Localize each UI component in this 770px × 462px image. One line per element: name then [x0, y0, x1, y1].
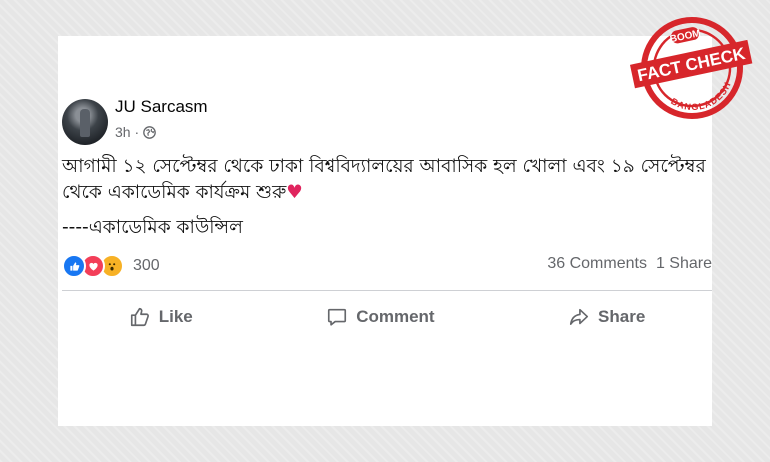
like-label: Like [158, 307, 193, 326]
shares-count[interactable]: 1 Share [656, 255, 712, 273]
globe-icon [143, 125, 156, 139]
engagement-stats: 36 Comments 1 Share [547, 255, 712, 273]
avatar[interactable] [62, 99, 108, 145]
share-icon [569, 308, 589, 325]
share-label: Share [598, 307, 646, 326]
stamp-label: FACT CHECK [636, 44, 748, 86]
post-meta: 3h · [115, 124, 156, 140]
stamp-brand: BOOM [669, 28, 702, 45]
like-reaction-icon [62, 254, 86, 278]
share-button[interactable]: Share [568, 306, 645, 328]
post-text: আগামী ১২ সেপ্টেম্বর থেকে ঢাকা বিশ্ববিদ্য… [62, 154, 706, 206]
comment-label: Comment [356, 307, 435, 326]
post-text-line-1: আগামী ১২ সেপ্টেম্বর থেকে ঢাকা বিশ্ববিদ্য… [62, 156, 706, 177]
post-time[interactable]: 3h · [115, 124, 139, 140]
comment-icon [328, 308, 347, 326]
heart-emoji: ♥ [286, 182, 303, 203]
comment-button[interactable]: Comment [326, 306, 435, 328]
post-author[interactable]: JU Sarcasm [115, 97, 208, 117]
post-text-line-2-text: থেকে একাডেমিক কার্যক্রম শুরু [62, 182, 287, 203]
post-actions-bar: Like Comment Share [62, 298, 712, 336]
thumbs-up-icon [130, 307, 149, 327]
reaction-count[interactable]: 300 [133, 257, 160, 275]
fact-check-stamp: BOOM FACT CHECK BANGLADESH [629, 17, 753, 119]
divider [62, 290, 712, 291]
like-button[interactable]: Like [129, 306, 193, 328]
comments-count[interactable]: 36 Comments [547, 255, 647, 273]
facebook-post-card: JU Sarcasm 3h · আগামী ১২ সেপ্টেম্বর থেকে… [58, 36, 712, 426]
post-signature: ----একাডেমিক কাউন্সিল [62, 217, 243, 238]
reactions-summary[interactable]: 300 [62, 254, 160, 278]
post-text-line-2: থেকে একাডেমিক কার্যক্রম শুরু♥ [62, 180, 702, 206]
